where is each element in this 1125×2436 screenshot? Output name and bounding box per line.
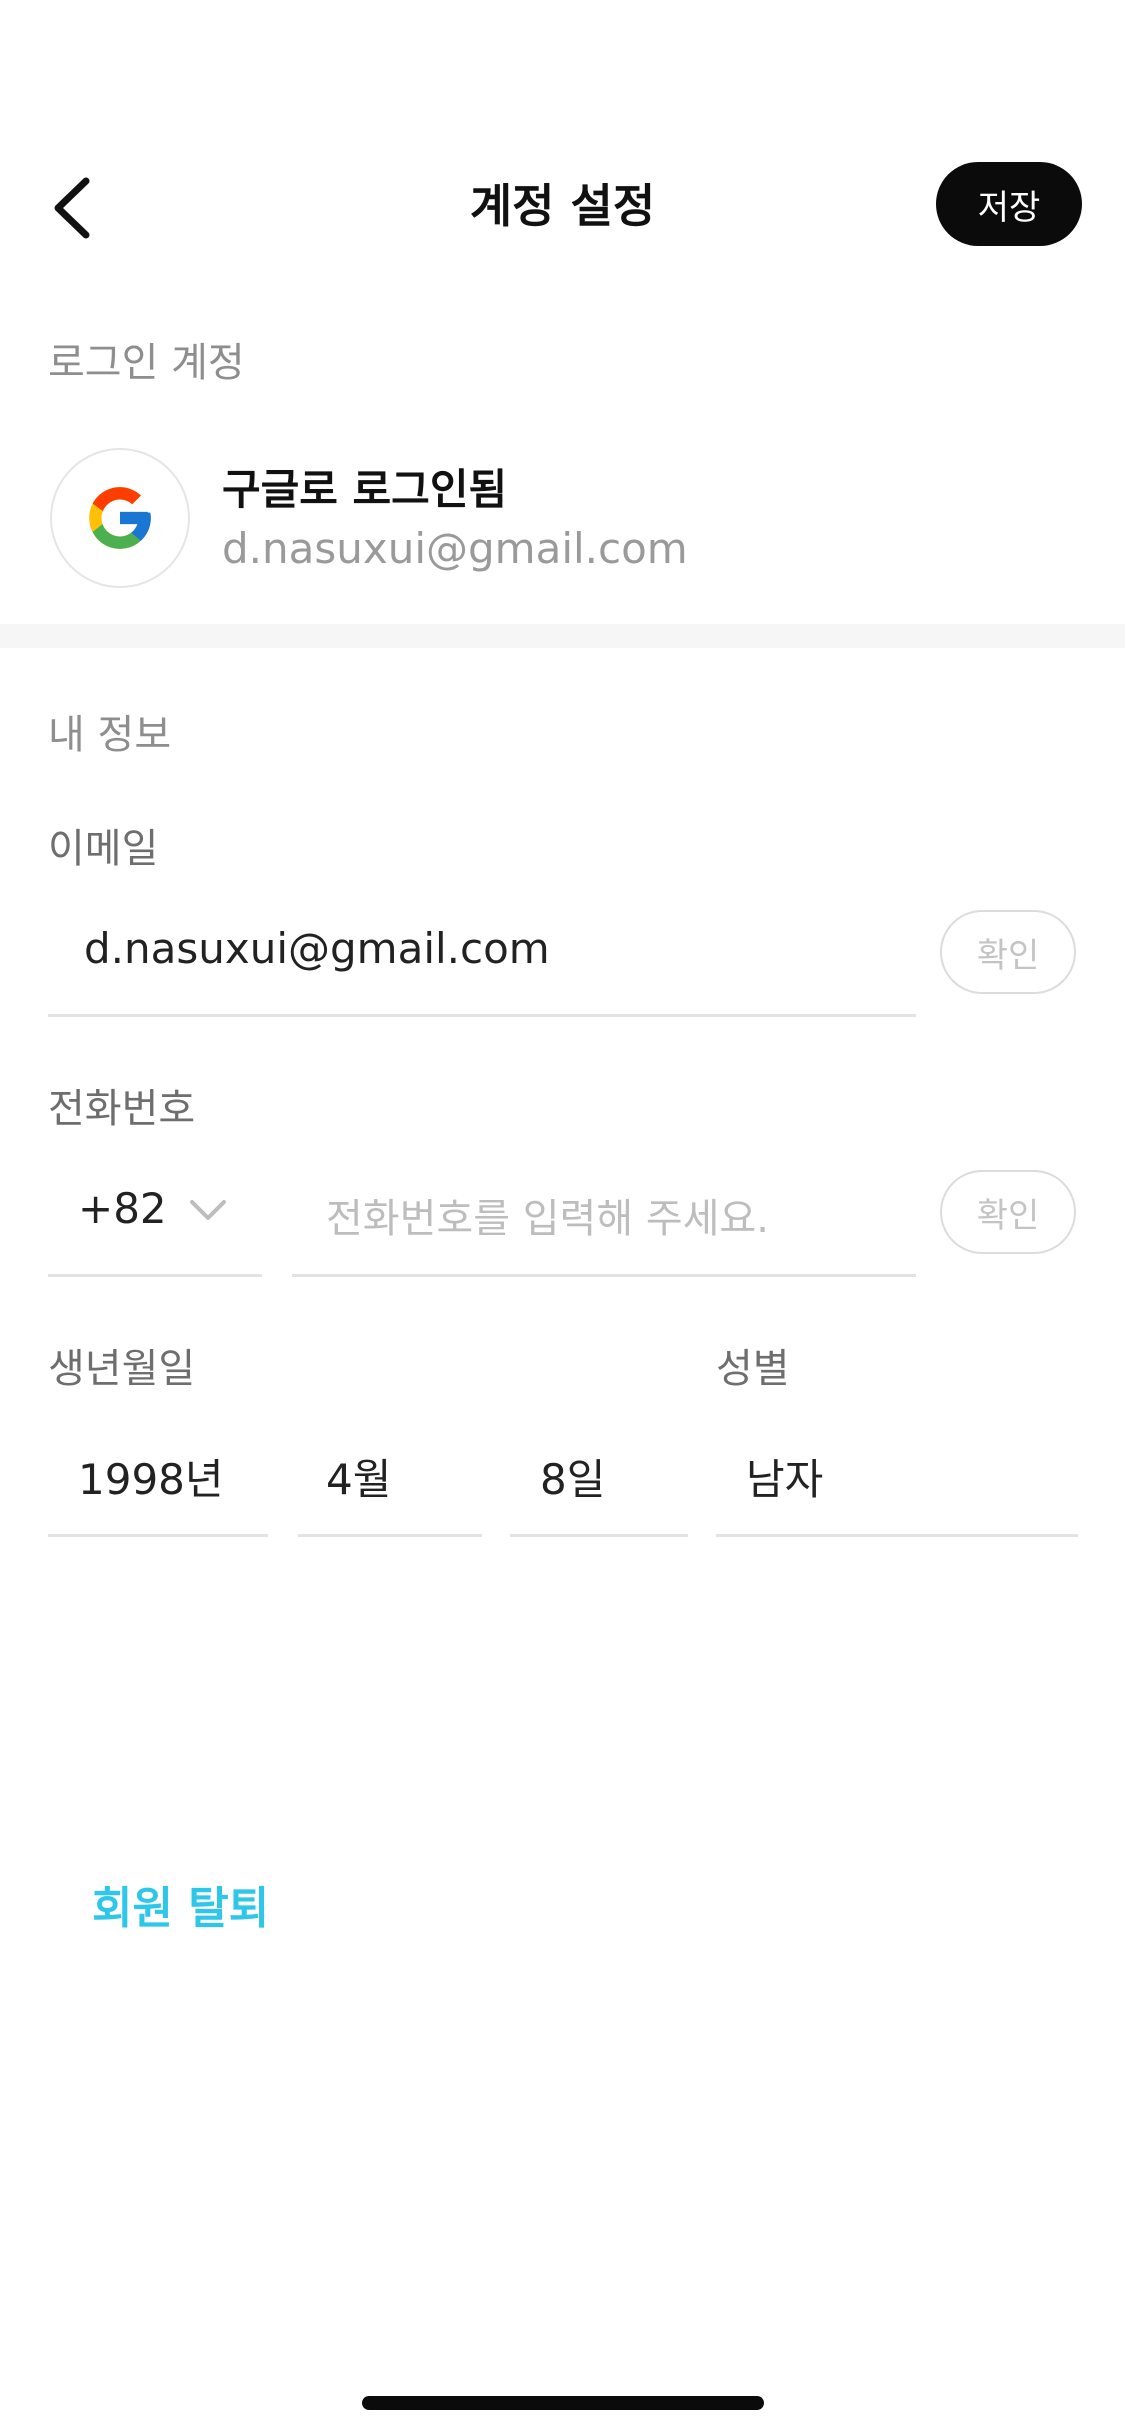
chevron-down-icon[interactable]	[188, 1196, 228, 1226]
email-confirm-button[interactable]: 확인	[940, 910, 1076, 994]
google-g-icon	[89, 487, 151, 549]
birthday-label: 생년월일	[48, 1346, 196, 1392]
login-email-text: d.nasuxui@gmail.com	[222, 524, 688, 573]
birth-day-underline	[510, 1534, 688, 1537]
country-code-underline	[48, 1274, 262, 1277]
birth-day-select[interactable]: 8일	[540, 1446, 605, 1507]
save-button[interactable]: 저장	[936, 162, 1082, 246]
phone-label: 전화번호	[48, 1086, 196, 1132]
email-label: 이메일	[48, 826, 159, 872]
login-status-text: 구글로 로그인됨	[222, 465, 508, 514]
email-field[interactable]: d.nasuxui@gmail.com	[84, 924, 550, 973]
phone-input[interactable]: 전화번호를 입력해 주세요.	[326, 1186, 769, 1244]
login-section-label: 로그인 계정	[48, 340, 245, 386]
birth-year-select[interactable]: 1998년	[78, 1446, 224, 1507]
home-indicator	[362, 2396, 764, 2410]
gender-underline	[716, 1534, 1078, 1537]
withdraw-account-link[interactable]: 회원 탈퇴	[92, 1872, 269, 1936]
info-section-label: 내 정보	[48, 712, 172, 758]
phone-underline	[292, 1274, 916, 1277]
gender-label: 성별	[716, 1346, 790, 1392]
country-code-select[interactable]: +82	[78, 1184, 167, 1233]
phone-confirm-button[interactable]: 확인	[940, 1170, 1076, 1254]
section-divider	[0, 624, 1125, 648]
birth-month-underline	[298, 1534, 482, 1537]
account-settings-screen: 계정 설정 저장 로그인 계정 구글로 로그인됨 d.nasuxui@gmail…	[0, 0, 1125, 2436]
birth-year-underline	[48, 1534, 268, 1537]
birth-month-select[interactable]: 4월	[326, 1446, 391, 1507]
email-underline	[48, 1014, 916, 1017]
gender-select[interactable]: 남자	[746, 1446, 823, 1507]
google-logo-badge	[50, 448, 190, 588]
